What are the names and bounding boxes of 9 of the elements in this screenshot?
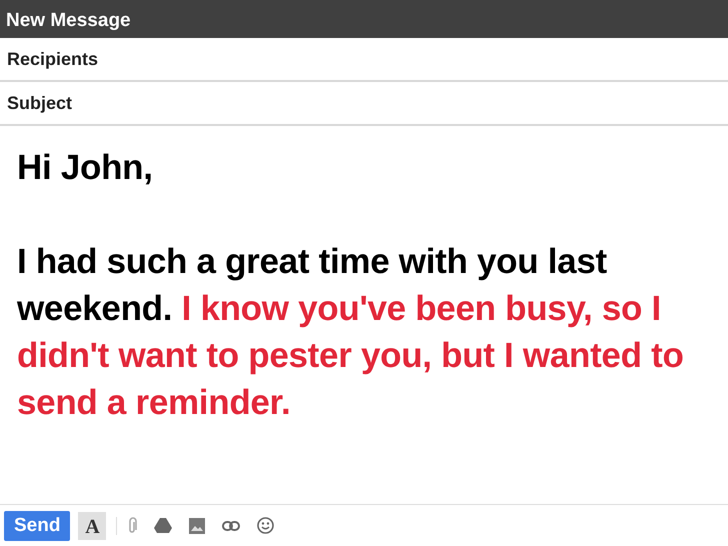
image-icon[interactable] xyxy=(189,518,206,534)
link-icon[interactable] xyxy=(222,520,240,530)
message-paragraph: I had such a great time with you last weekend. I know you've been busy, so I didn't want to pester you, but I wanted to send a reminder. xyxy=(17,241,685,424)
window-title: New Message xyxy=(0,0,728,38)
send-button[interactable]: Send xyxy=(4,510,70,540)
formatting-button[interactable]: A xyxy=(78,512,106,540)
smiley-icon[interactable] xyxy=(257,517,274,534)
paperclip-icon[interactable] xyxy=(127,516,138,534)
greeting-text: Hi John, xyxy=(17,147,154,189)
